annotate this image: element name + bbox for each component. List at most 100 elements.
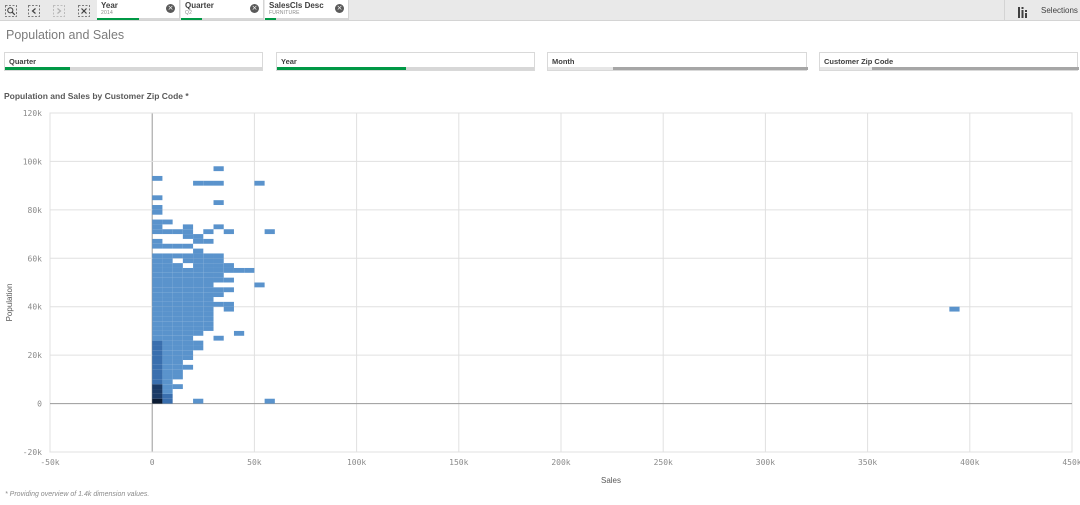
heatmap-cell xyxy=(152,243,163,249)
heatmap-cell xyxy=(264,398,275,404)
heatmap-cell xyxy=(223,277,234,283)
heatmap-cell xyxy=(152,258,163,264)
heatmap-cell xyxy=(203,277,214,283)
y-tick-label: 100k xyxy=(23,157,42,166)
heatmap-cell xyxy=(182,311,194,317)
selection-tab-year[interactable]: Year 2014 × xyxy=(97,0,180,20)
heatmap-cell xyxy=(152,195,163,201)
heatmap-cell xyxy=(152,384,163,390)
heatmap-cell xyxy=(182,301,194,307)
y-axis-title: Population xyxy=(5,284,14,322)
heatmap-cell xyxy=(193,180,204,186)
chart-title: Population and Sales by Customer Zip Cod… xyxy=(4,91,189,101)
heatmap-cell xyxy=(213,301,224,307)
heatmap-cell xyxy=(172,263,183,268)
heatmap-cell xyxy=(203,272,214,278)
heatmap-cell xyxy=(162,379,173,385)
selections-icon xyxy=(1018,5,1029,23)
heatmap-cell xyxy=(203,326,214,331)
filter-pane-month[interactable]: Month xyxy=(547,52,808,71)
x-tick-label: 50k xyxy=(247,458,262,467)
heatmap-cell xyxy=(213,292,224,298)
filter-pane-customer-zip-code[interactable]: Customer Zip Code xyxy=(819,52,1079,71)
selection-tab-quarter[interactable]: Quarter Q2 × xyxy=(181,0,264,20)
step-forward-icon[interactable] xyxy=(50,2,68,19)
heatmap-cell xyxy=(254,180,265,186)
selection-tab-value: FURNITURE xyxy=(269,10,300,16)
heatmap-cell xyxy=(213,166,224,172)
heatmap-cell xyxy=(182,287,194,293)
x-tick-label: 200k xyxy=(551,458,570,467)
heatmap-cell xyxy=(213,253,224,259)
heatmap-cell xyxy=(193,345,204,351)
heatmap-cell xyxy=(203,180,214,186)
heatmap-cell xyxy=(152,350,163,356)
heatmap-cell xyxy=(152,316,163,322)
heatmap-cell xyxy=(213,224,224,230)
heatmap-cell xyxy=(172,335,183,341)
x-tick-label: 0 xyxy=(150,458,155,467)
heatmap-cell xyxy=(152,335,163,341)
heatmap-cell xyxy=(152,321,163,327)
heatmap-cell xyxy=(193,326,204,331)
heatmap-cell xyxy=(152,277,163,283)
heatmap-cell xyxy=(162,282,173,288)
heatmap-cell xyxy=(193,297,204,302)
close-icon[interactable]: × xyxy=(250,4,259,13)
filter-pane-year[interactable]: Year xyxy=(276,52,535,71)
heatmap-cell xyxy=(172,272,183,278)
heatmap-cell xyxy=(193,234,204,239)
heatmap-cell xyxy=(162,277,173,283)
heatmap-cell xyxy=(182,272,194,278)
heatmap-cell xyxy=(264,229,275,235)
selection-tab-salescls-desc[interactable]: SalesCls Desc FURNITURE × xyxy=(265,0,349,20)
heatmap-chart[interactable]: -50k 0 50k 100k 150k 200k 250k 300k 350k 400k 450k… xyxy=(0,105,1080,490)
heatmap-cell xyxy=(233,267,245,273)
x-axis-title: Sales xyxy=(601,476,621,485)
heatmap-cell xyxy=(203,297,214,302)
heatmap-cell xyxy=(172,321,183,327)
heatmap-cell xyxy=(193,248,204,254)
heatmap-cell xyxy=(162,306,173,312)
heatmap-cell xyxy=(152,297,163,302)
heatmap-cell xyxy=(203,311,214,317)
heatmap-cell xyxy=(152,205,163,210)
x-tick-label: 150k xyxy=(449,458,468,467)
filter-selected-fill xyxy=(277,67,406,70)
step-back-icon[interactable] xyxy=(25,2,43,19)
smart-search-icon[interactable] xyxy=(2,2,20,19)
filter-label: Year xyxy=(281,57,297,66)
selection-state-fill xyxy=(265,18,276,20)
heatmap-cell xyxy=(213,335,224,341)
close-icon[interactable]: × xyxy=(335,4,344,13)
selections-label: Selections xyxy=(1041,6,1078,15)
heatmap-cell xyxy=(193,292,204,298)
heatmap-cell xyxy=(162,229,173,235)
heatmap-cell xyxy=(203,316,214,322)
x-tick-label: 100k xyxy=(347,458,366,467)
heatmap-cell xyxy=(162,345,173,351)
heatmap-cell xyxy=(152,345,163,351)
heatmap-cell xyxy=(213,180,224,186)
heatmap-cell xyxy=(152,224,163,230)
heatmap-cell xyxy=(162,340,173,346)
heatmap-cell xyxy=(213,272,224,278)
heatmap-cell xyxy=(152,209,163,215)
heatmap-cell xyxy=(193,277,204,283)
heatmap-cell xyxy=(152,364,163,370)
filter-pane-quarter[interactable]: Quarter xyxy=(4,52,263,71)
heatmap-cell xyxy=(152,272,163,278)
close-icon[interactable]: × xyxy=(166,4,175,13)
x-tick-label: 350k xyxy=(858,458,877,467)
selections-button[interactable]: Selections xyxy=(1004,0,1080,20)
heatmap-cell xyxy=(193,282,204,288)
heatmap-cell xyxy=(162,364,173,370)
clear-selections-icon[interactable] xyxy=(75,2,93,19)
heatmap-cell xyxy=(152,355,163,360)
heatmap-cell xyxy=(152,292,163,298)
heatmap-cell xyxy=(182,253,194,259)
heatmap-cell xyxy=(203,229,214,235)
heatmap-cell xyxy=(203,321,214,327)
heatmap-cell xyxy=(152,229,163,235)
heatmap-cell xyxy=(172,267,183,273)
